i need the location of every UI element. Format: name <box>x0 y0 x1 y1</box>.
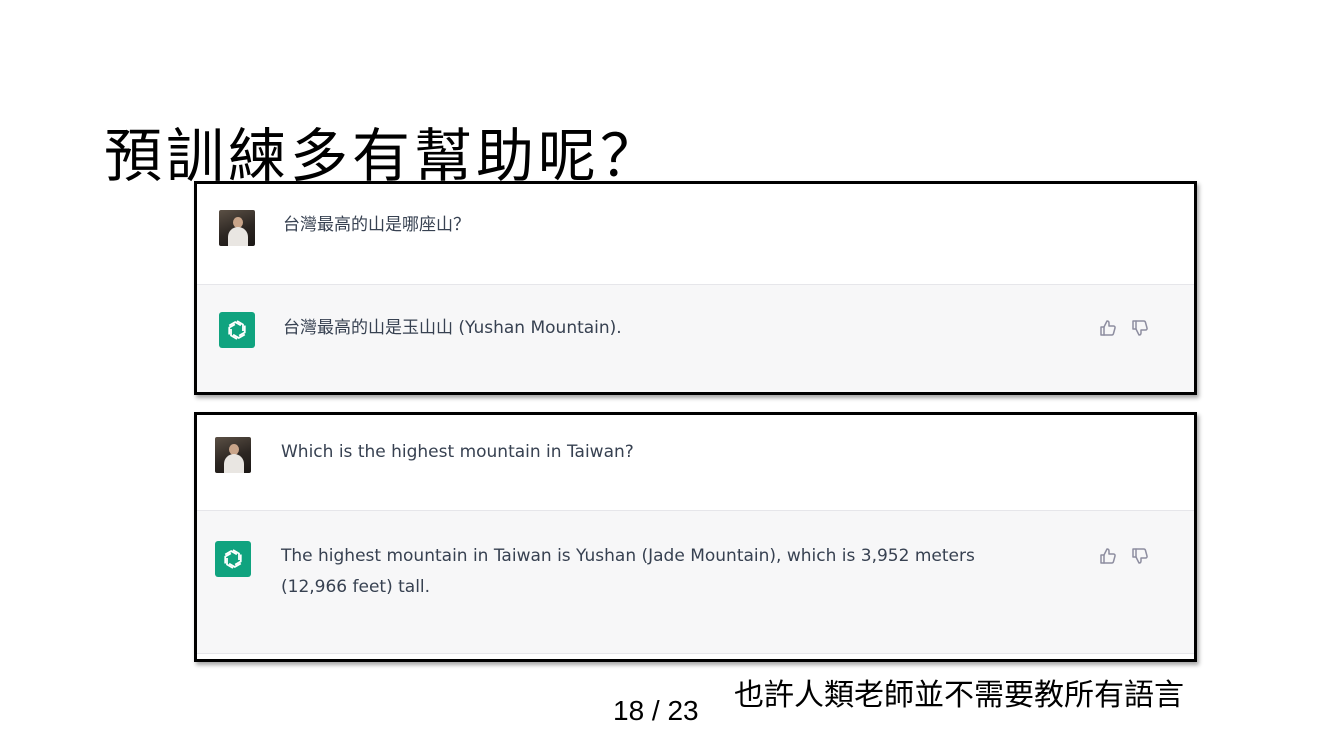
thumbs-down-icon[interactable] <box>1130 318 1150 338</box>
thumbs-up-icon[interactable] <box>1098 318 1118 338</box>
chat-screenshot-chinese: 台灣最高的山是哪座山？ 台灣最高的山是玉山山 (Yushan Mountain)… <box>194 181 1197 395</box>
user-message-text: 台灣最高的山是哪座山？ <box>283 215 470 235</box>
assistant-message-row: The highest mountain in Taiwan is Yushan… <box>197 510 1194 654</box>
thumbs-up-icon[interactable] <box>1098 546 1118 566</box>
thumbs-down-icon[interactable] <box>1130 546 1150 566</box>
user-message-row: Which is the highest mountain in Taiwan? <box>197 415 1194 510</box>
user-message-text: Which is the highest mountain in Taiwan? <box>281 442 634 462</box>
openai-logo-icon <box>215 541 251 577</box>
assistant-message-row: 台灣最高的山是玉山山 (Yushan Mountain). <box>197 284 1194 392</box>
page-number: 18 / 23 <box>613 695 699 726</box>
user-avatar <box>219 210 255 246</box>
user-message-row: 台灣最高的山是哪座山？ <box>197 184 1194 284</box>
assistant-message-text: 台灣最高的山是玉山山 (Yushan Mountain). <box>283 318 622 338</box>
user-avatar <box>215 437 251 473</box>
slide-caption: 也許人類老師並不需要教所有語言 <box>734 678 1184 713</box>
feedback-buttons <box>1098 546 1150 566</box>
assistant-message-text: The highest mountain in Taiwan is Yushan… <box>281 546 975 597</box>
chat-screenshot-english: Which is the highest mountain in Taiwan?… <box>194 412 1197 662</box>
openai-logo-icon <box>219 312 255 348</box>
feedback-buttons <box>1098 318 1150 338</box>
